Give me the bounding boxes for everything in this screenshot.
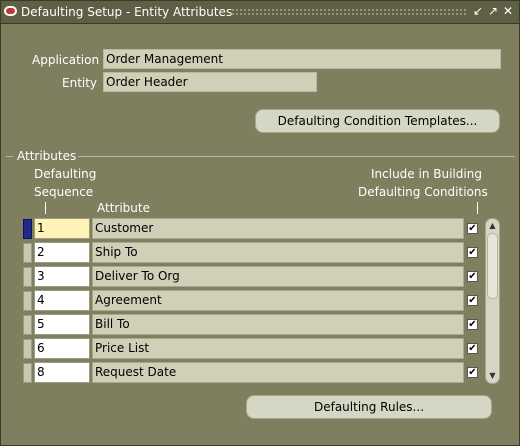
title-grip xyxy=(231,8,467,16)
sequence-header-line1: Defaulting xyxy=(34,167,97,181)
attribute-field[interactable]: Agreement xyxy=(92,290,464,311)
sequence-field[interactable]: 4 xyxy=(34,290,90,311)
attribute-column-header: Attribute xyxy=(97,201,150,215)
scroll-up-icon[interactable]: ▲ xyxy=(486,220,499,232)
sequence-field[interactable]: 8 xyxy=(34,362,90,383)
attribute-field[interactable]: Deliver To Org xyxy=(92,266,464,287)
sequence-field[interactable]: 3 xyxy=(34,266,90,287)
include-header-line2: Defaulting Conditions xyxy=(358,185,488,199)
sequence-field[interactable]: 2 xyxy=(34,242,90,263)
title-bar[interactable]: Defaulting Setup - Entity Attributes ↙ ↗… xyxy=(1,1,519,24)
include-checkbox[interactable]: ✔ xyxy=(467,295,478,306)
sequence-header-line2: Sequence xyxy=(34,185,94,199)
sequence-field[interactable]: 5 xyxy=(34,314,90,335)
sequence-field[interactable]: 6 xyxy=(34,338,90,359)
attribute-field[interactable]: Customer xyxy=(92,218,464,239)
row-indicator[interactable] xyxy=(23,291,32,311)
attributes-section-label: Attributes xyxy=(17,149,77,163)
include-col-tick xyxy=(477,202,478,214)
vertical-scrollbar[interactable]: ▲ ▼ xyxy=(485,218,500,384)
defaulting-setup-window: Defaulting Setup - Entity Attributes ↙ ↗… xyxy=(0,0,520,446)
scrollbar-thumb[interactable] xyxy=(487,233,498,299)
row-indicator-active[interactable] xyxy=(23,219,32,239)
row-indicator[interactable] xyxy=(23,363,32,383)
close-icon[interactable]: ✕ xyxy=(501,4,515,18)
entity-label: Entity xyxy=(62,76,98,90)
include-checkbox[interactable]: ✔ xyxy=(467,271,478,282)
scroll-down-icon[interactable]: ▼ xyxy=(486,370,499,382)
sequence-field[interactable]: 1 xyxy=(34,218,90,239)
include-header-line1: Include in Building xyxy=(371,167,482,181)
include-checkbox[interactable]: ✔ xyxy=(467,247,478,258)
row-indicator[interactable] xyxy=(23,267,32,287)
attribute-field[interactable]: Request Date xyxy=(92,362,464,383)
maximize-icon[interactable]: ↗ xyxy=(486,4,500,18)
application-field[interactable]: Order Management xyxy=(103,49,501,69)
include-checkbox[interactable]: ✔ xyxy=(467,319,478,330)
minimize-icon[interactable]: ↙ xyxy=(471,4,485,18)
attribute-field[interactable]: Ship To xyxy=(92,242,464,263)
entity-field[interactable]: Order Header xyxy=(103,72,317,92)
attribute-field[interactable]: Bill To xyxy=(92,314,464,335)
oracle-logo-icon xyxy=(4,6,17,16)
include-checkbox[interactable]: ✔ xyxy=(467,223,478,234)
window-title: Defaulting Setup - Entity Attributes xyxy=(21,5,233,19)
row-indicator[interactable] xyxy=(23,315,32,335)
attribute-field[interactable]: Price List xyxy=(92,338,464,359)
application-label: Application xyxy=(32,53,100,67)
row-indicator[interactable] xyxy=(23,339,32,359)
row-indicator[interactable] xyxy=(23,243,32,263)
defaulting-rules-button[interactable]: Defaulting Rules... xyxy=(246,395,492,419)
include-checkbox[interactable]: ✔ xyxy=(467,343,478,354)
defaulting-condition-templates-button[interactable]: Defaulting Condition Templates... xyxy=(255,109,500,133)
sequence-col-tick xyxy=(45,202,46,214)
include-checkbox[interactable]: ✔ xyxy=(467,367,478,378)
section-line-right xyxy=(78,156,515,157)
section-line-left xyxy=(6,156,13,157)
